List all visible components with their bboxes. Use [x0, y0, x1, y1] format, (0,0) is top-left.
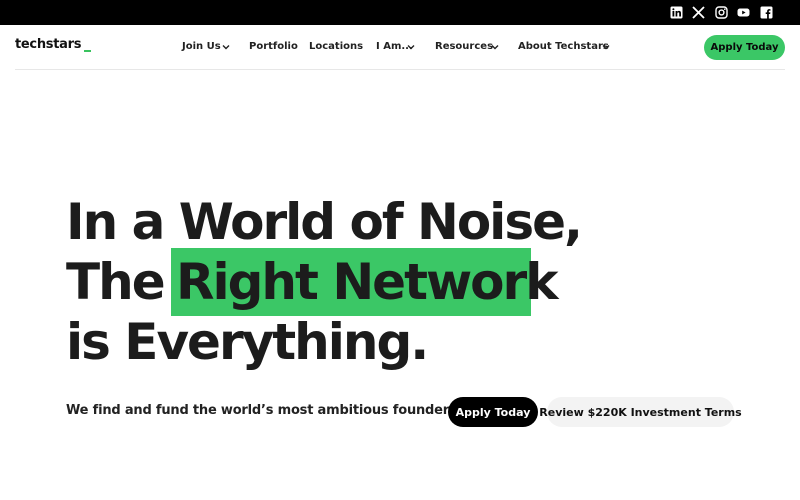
- hero-headline-line-3: is Everything.: [66, 313, 429, 371]
- nav-divider: [15, 69, 785, 70]
- chevron-down-icon: [602, 45, 610, 50]
- chevron-down-icon: [222, 45, 230, 50]
- nav-item-about-techstars[interactable]: About Techstars: [518, 41, 610, 52]
- nav-item-portfolio[interactable]: Portfolio: [249, 41, 298, 52]
- nav-item-label: Portfolio: [249, 41, 298, 52]
- chevron-down-icon: [407, 45, 415, 50]
- nav-item-label: Resources: [435, 41, 494, 52]
- apply-today-button[interactable]: Apply Today: [448, 397, 538, 427]
- youtube-icon[interactable]: [737, 6, 750, 19]
- apply-today-nav-button[interactable]: Apply Today: [704, 35, 785, 60]
- chevron-down-icon: [491, 45, 499, 50]
- nav-item-label: Join Us: [182, 41, 221, 52]
- techstars-logo[interactable]: techstars: [15, 37, 81, 52]
- review-investment-terms-button[interactable]: Review $220K Investment Terms: [539, 397, 742, 427]
- instagram-icon[interactable]: [715, 6, 728, 19]
- nav-item-i-am[interactable]: I Am...: [376, 41, 415, 52]
- nav-item-locations[interactable]: Locations: [309, 41, 363, 52]
- hero-headline-line-1: In a World of Noise,: [66, 193, 583, 251]
- nav-item-label: About Techstars: [518, 41, 609, 52]
- x-icon[interactable]: [692, 6, 705, 19]
- nav-item-resources[interactable]: Resources: [435, 41, 499, 52]
- hero-tagline: We find and fund the world’s most ambiti…: [66, 403, 462, 418]
- social-bar: [0, 0, 800, 25]
- hero-headline-line-2-prefix: The: [66, 253, 166, 311]
- facebook-icon[interactable]: [760, 6, 773, 19]
- nav-item-join-us[interactable]: Join Us: [182, 41, 230, 52]
- nav-item-label: Locations: [309, 41, 364, 52]
- hero-headline-highlight-text: Right Network: [176, 253, 558, 311]
- logo-underscore: [84, 50, 91, 52]
- linkedin-icon[interactable]: [670, 6, 683, 19]
